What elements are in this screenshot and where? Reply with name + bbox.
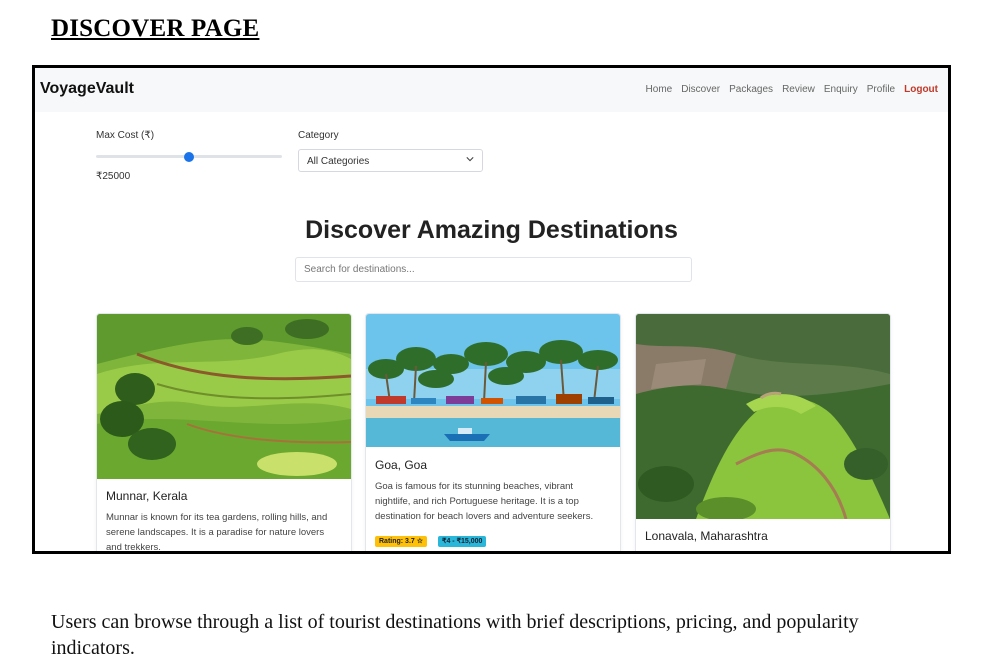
card-description: Goa is famous for its stunning beaches, … [375,481,594,522]
nav-link-review[interactable]: Review [782,84,815,95]
price-badge: ₹4 - ₹15,000 [438,536,487,547]
search-input[interactable] [295,257,692,282]
chevron-down-icon [466,157,474,162]
nav-link-enquiry[interactable]: Enquiry [824,84,858,95]
document-heading: DISCOVER PAGE [51,15,260,42]
destination-card-munnar[interactable]: Munnar, Kerala Munnar is known for its t… [96,313,352,553]
logout-link[interactable]: Logout [904,84,938,95]
nav-link-discover[interactable]: Discover [681,84,720,95]
document-caption: Users can browse through a list of touri… [51,611,859,659]
destination-card-lonavala[interactable]: Lonavala, Maharashtra [635,313,891,551]
page-title: Discover Amazing Destinations [305,216,678,244]
app-screenshot: VoyageVault Home Discover Packages Revie… [32,65,951,554]
slider-thumb[interactable] [184,152,194,162]
nav-links: Home Discover Packages Review Enquiry Pr… [646,84,938,95]
nav-link-profile[interactable]: Profile [867,84,895,95]
card-title: Lonavala, Maharashtra [645,529,768,543]
munnar-image [97,314,351,479]
destination-card-goa[interactable]: Goa, Goa Goa is famous for its stunning … [365,313,621,551]
nav-link-home[interactable]: Home [646,84,673,95]
goa-image [366,314,620,447]
max-cost-value: ₹25000 [96,171,131,182]
category-selected-value: All Categories [307,156,370,167]
max-cost-label: Max Cost (₹) [96,130,155,141]
max-cost-slider[interactable] [96,152,282,162]
nav-link-packages[interactable]: Packages [729,84,773,95]
card-title: Munnar, Kerala [106,489,188,503]
lonavala-image [636,314,890,519]
navbar: VoyageVault Home Discover Packages Revie… [35,68,948,112]
card-description: Munnar is known for its tea gardens, rol… [106,512,328,553]
category-label: Category [298,130,339,141]
rating-badge: Rating: 3.7 ☆ [375,536,428,547]
card-title: Goa, Goa [375,458,428,472]
brand-logo[interactable]: VoyageVault [40,80,134,98]
category-select[interactable]: All Categories [298,149,483,172]
